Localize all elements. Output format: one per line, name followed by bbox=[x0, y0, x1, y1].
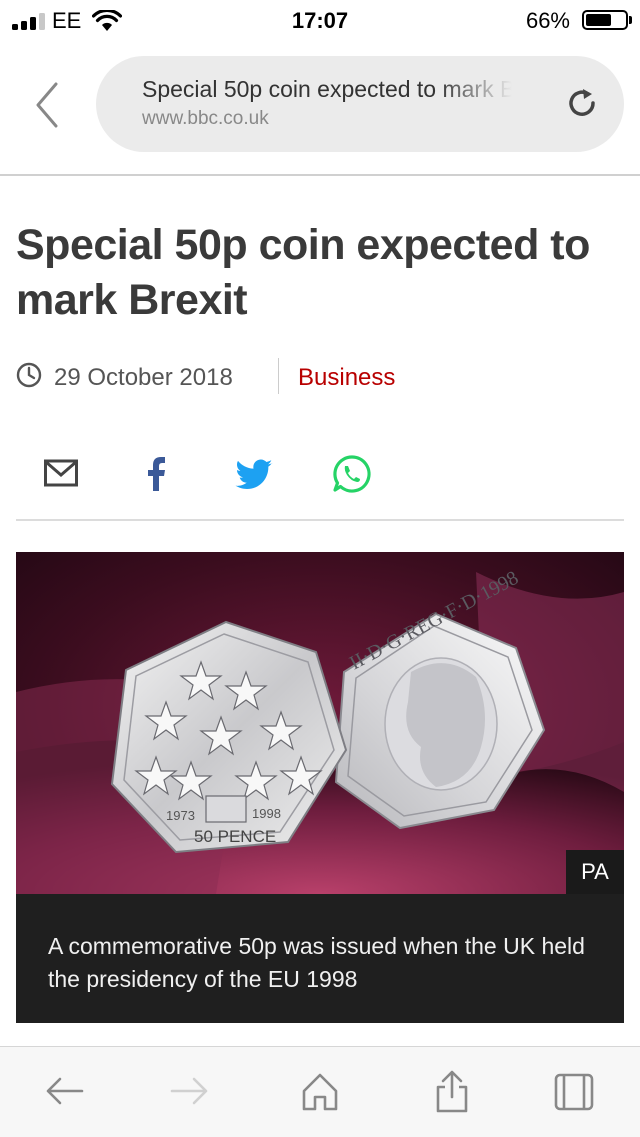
address-bar-domain: www.bbc.co.uk bbox=[142, 108, 269, 129]
article-headline: Special 50p coin expected to mark Brexit bbox=[16, 221, 590, 324]
tabs-icon[interactable] bbox=[552, 1069, 596, 1113]
battery-percent: 66% bbox=[525, 8, 570, 33]
battery-tip bbox=[629, 16, 632, 24]
coin-year-end: 1998 bbox=[252, 806, 281, 821]
share-divider bbox=[16, 519, 624, 521]
facebook-icon[interactable] bbox=[142, 454, 172, 494]
browser-back-chevron-icon[interactable] bbox=[30, 80, 70, 130]
mail-icon[interactable] bbox=[44, 454, 78, 494]
article-date: 29 October 2018 bbox=[54, 364, 233, 391]
browser-toolbar bbox=[0, 1046, 640, 1137]
address-bar[interactable]: Special 50p coin expected to mark Brexit… bbox=[96, 56, 624, 152]
status-bar: EE 17:07 66% bbox=[0, 0, 640, 40]
header-divider bbox=[0, 174, 640, 176]
address-bar-page-title: Special 50p coin expected to mark Brexit bbox=[142, 76, 512, 102]
whatsapp-icon[interactable] bbox=[332, 454, 372, 494]
section-link-business[interactable]: Business bbox=[298, 364, 395, 392]
coin-year-start: 1973 bbox=[166, 808, 195, 823]
clock-icon bbox=[16, 362, 42, 388]
twitter-icon[interactable] bbox=[234, 454, 274, 494]
image-caption: A commemorative 50p was issued when the … bbox=[48, 933, 585, 992]
forward-arrow-icon[interactable] bbox=[168, 1069, 212, 1113]
coins-photo: II·D·G·REG·F·D·1998 1973 1998 50 PENCE bbox=[16, 552, 624, 894]
image-credit: PA bbox=[566, 850, 624, 894]
meta-separator bbox=[278, 358, 279, 394]
image-caption-box: A commemorative 50p was issued when the … bbox=[16, 894, 624, 1023]
reload-icon[interactable] bbox=[564, 86, 600, 122]
back-arrow-icon[interactable] bbox=[42, 1069, 86, 1113]
article-image[interactable]: II·D·G·REG·F·D·1998 1973 1998 50 PENCE P… bbox=[16, 552, 624, 894]
battery-icon bbox=[582, 10, 628, 30]
share-icon[interactable] bbox=[430, 1069, 474, 1113]
home-icon[interactable] bbox=[298, 1069, 342, 1113]
coin-left-legend: 50 PENCE bbox=[194, 827, 276, 846]
